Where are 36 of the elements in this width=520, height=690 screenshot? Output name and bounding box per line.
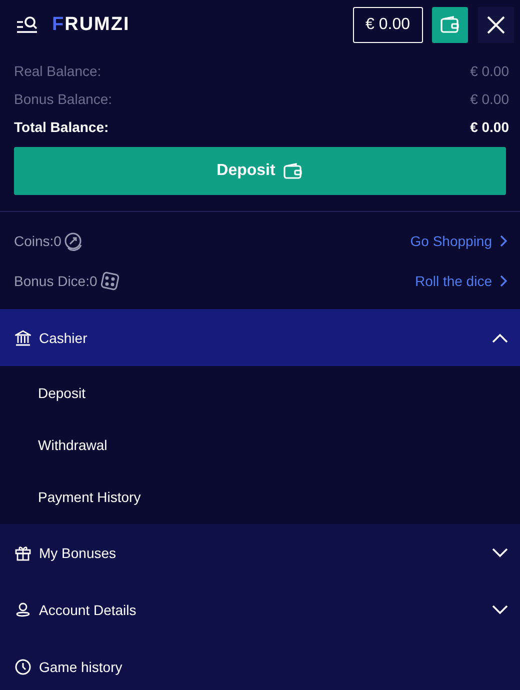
reward-link[interactable]: Go Shopping	[410, 233, 507, 249]
clock-icon	[15, 658, 31, 674]
coin-icon	[64, 232, 84, 250]
balance-label: Bonus Balance:	[14, 91, 112, 107]
menu-section[interactable]: Account Details	[0, 581, 520, 638]
reward-link[interactable]: Roll the dice	[414, 273, 507, 289]
reward-count: Coins:0	[14, 233, 62, 249]
submenu-item[interactable]: Withdrawal	[0, 419, 520, 471]
menu-section[interactable]: Game history	[0, 638, 520, 690]
chevron-up-icon	[492, 332, 508, 342]
user-icon	[15, 602, 31, 618]
balance-display: € 0.00	[352, 7, 423, 43]
balance-value: € 0.00	[470, 91, 509, 107]
menu-section[interactable]: Cashier	[0, 309, 520, 366]
close-icon	[486, 15, 506, 35]
wallet-icon	[440, 16, 460, 34]
balance-label: Total Balance:	[14, 119, 109, 135]
logo[interactable]: FRUMZI	[52, 14, 130, 36]
search-menu-icon[interactable]	[16, 16, 38, 34]
wallet-icon	[283, 162, 304, 180]
bank-icon	[15, 330, 31, 346]
chevron-right-icon	[499, 235, 507, 247]
balance-label: Real Balance:	[14, 63, 102, 79]
gift-icon	[15, 544, 31, 560]
chevron-down-icon	[492, 548, 508, 558]
balance-value: € 0.00	[470, 119, 509, 135]
submenu-item[interactable]: Payment History	[0, 471, 520, 523]
chevron-down-icon	[492, 604, 508, 614]
chevron-right-icon	[499, 275, 507, 287]
reward-count: Bonus Dice:0	[14, 273, 98, 289]
submenu-item[interactable]: Deposit	[0, 367, 520, 419]
dice-icon	[100, 271, 120, 291]
close-button[interactable]	[478, 7, 514, 43]
wallet-button[interactable]	[432, 7, 468, 43]
menu-section[interactable]: My Bonuses	[0, 524, 520, 581]
balance-value: € 0.00	[470, 63, 509, 79]
